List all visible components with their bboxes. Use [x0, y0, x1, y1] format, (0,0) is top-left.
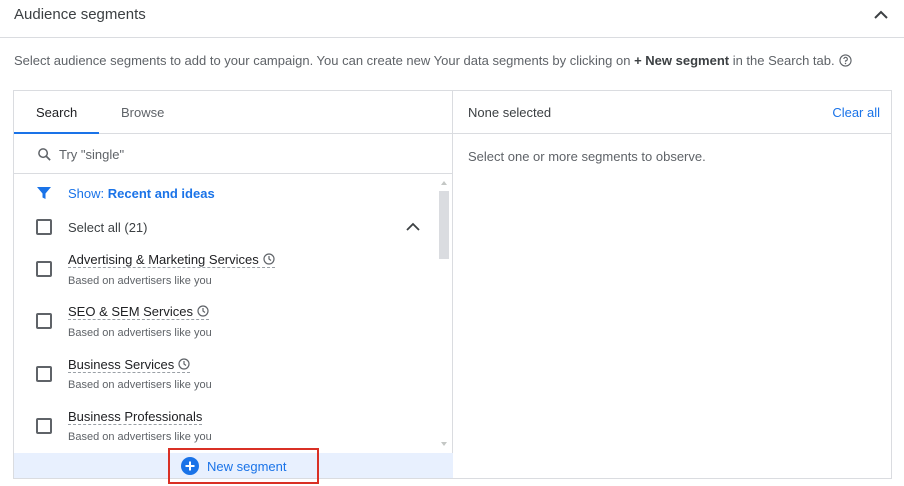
selected-segments-panel: None selected Clear all Select one or mo… [453, 91, 891, 478]
segment-description: Based on advertisers like you [68, 327, 212, 339]
tab-search[interactable]: Search [36, 105, 77, 120]
scroll-thumb[interactable] [439, 191, 449, 259]
search-bar [14, 135, 453, 174]
segment-name-text: Advertising & Marketing Services [68, 252, 259, 267]
show-value: Recent and ideas [107, 186, 215, 201]
segment-name-text: Business Services [68, 357, 175, 372]
show-prefix: Show: [68, 186, 108, 201]
select-all-checkbox[interactable] [36, 219, 52, 235]
clock-icon [178, 358, 190, 370]
chevron-up-icon[interactable] [404, 220, 422, 234]
segment-description: Based on advertisers like you [68, 379, 212, 391]
segment-checkbox[interactable] [36, 366, 52, 382]
active-tab-indicator [14, 132, 99, 134]
selected-header: None selected Clear all [453, 91, 891, 134]
search-input[interactable] [59, 143, 439, 165]
segment-description: Based on advertisers like you [68, 431, 212, 443]
description-new-segment-emphasis: + New segment [634, 53, 730, 68]
segment-name[interactable]: Advertising & Marketing Services [68, 252, 275, 268]
new-segment-label: New segment [207, 459, 287, 474]
tab-bar: Search Browse [14, 91, 453, 134]
show-filter-label: Show: Recent and ideas [68, 186, 215, 201]
description-text: Select audience segments to add to your … [14, 53, 852, 68]
empty-state-message: Select one or more segments to observe. [468, 149, 706, 164]
scroll-down-arrow-icon[interactable] [441, 442, 447, 446]
segment-name-text: Business Professionals [68, 409, 203, 424]
new-segment-button[interactable]: New segment [168, 448, 319, 484]
segment-name[interactable]: Business Services [68, 357, 191, 373]
segment-name[interactable]: SEO & SEM Services [68, 304, 209, 320]
list-scrollbar[interactable] [437, 177, 451, 452]
segments-panel: Search Browse Show: Recent and ideas Sel… [13, 90, 892, 484]
segment-description: Based on advertisers like you [68, 275, 212, 287]
description-after: in the Search tab. [729, 53, 835, 68]
tab-browse[interactable]: Browse [121, 105, 164, 120]
plus-circle-icon [181, 457, 199, 475]
segment-checkbox[interactable] [36, 261, 52, 277]
segment-name[interactable]: Business Professionals [68, 409, 203, 425]
segment-checkbox[interactable] [36, 313, 52, 329]
clock-icon [263, 253, 275, 265]
chevron-up-icon[interactable] [872, 6, 890, 24]
segment-checkbox[interactable] [36, 418, 52, 434]
help-circle-icon[interactable] [838, 54, 852, 67]
section-title: Audience segments [14, 6, 146, 23]
search-icon [38, 148, 51, 161]
segment-name-text: SEO & SEM Services [68, 304, 193, 319]
new-segment-footer: New segment [14, 448, 453, 484]
segment-list: Show: Recent and ideas Select all (21) A… [14, 175, 453, 453]
clock-icon [197, 305, 209, 317]
clear-all-link[interactable]: Clear all [832, 105, 880, 120]
description-before: Select audience segments to add to your … [14, 53, 635, 68]
selection-status: None selected [468, 105, 552, 120]
select-all-label: Select all (21) [68, 220, 148, 235]
section-header: Audience segments [0, 0, 904, 38]
scroll-up-arrow-icon[interactable] [441, 181, 447, 185]
filter-icon [37, 187, 51, 199]
segment-picker: Search Browse Show: Recent and ideas Sel… [14, 91, 453, 484]
